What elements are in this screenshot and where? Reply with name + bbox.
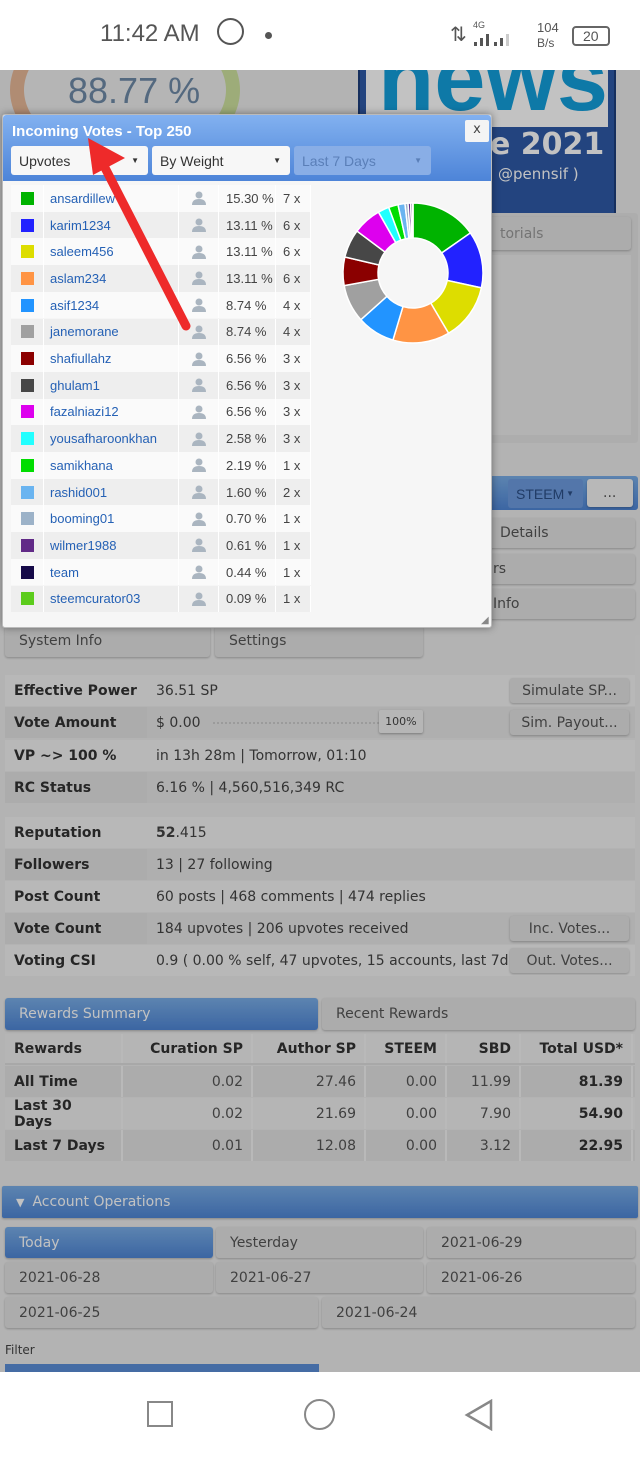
voter-count: 3 x [276, 398, 311, 426]
annotation-arrow [88, 138, 191, 331]
voter-weight: 0.44 % [219, 558, 276, 586]
user-icon-cell [179, 478, 219, 506]
home-icon[interactable] [304, 1399, 335, 1430]
voter-row: rashid001 1.60 % 2 x [11, 478, 311, 506]
voter-weight: 1.60 % [219, 478, 276, 506]
android-nav-bar [0, 1372, 640, 1458]
voter-count: 2 x [276, 478, 311, 506]
voter-weight: 2.19 % [219, 452, 276, 479]
user-icon-cell [179, 505, 219, 533]
user-icon-cell [179, 425, 219, 452]
voter-row: yousafharoonkhan 2.58 % 3 x [11, 425, 311, 452]
voter-count: 1 x [276, 505, 311, 533]
voter-color-cell [11, 505, 44, 533]
voter-row: fazalniazi12 6.56 % 3 x [11, 398, 311, 426]
voter-name-link[interactable]: steemcurator03 [44, 585, 179, 613]
voter-count: 1 x [276, 585, 311, 613]
voter-count: 3 x [276, 425, 311, 452]
user-icon[interactable] [191, 565, 206, 580]
user-icon[interactable] [191, 485, 206, 500]
voter-color-cell [11, 425, 44, 452]
voter-color-cell [11, 532, 44, 559]
voter-color-swatch [20, 485, 34, 499]
user-icon[interactable] [191, 592, 206, 606]
voter-color-swatch [20, 405, 34, 419]
user-icon[interactable] [191, 405, 206, 419]
voter-count: 1 x [276, 532, 311, 559]
voter-row: team 0.44 % 1 x [11, 558, 311, 586]
voter-color-swatch [20, 512, 34, 526]
voter-count: 1 x [276, 558, 311, 586]
voter-row: steemcurator03 0.09 % 1 x [11, 585, 311, 613]
voter-color-swatch [20, 592, 34, 606]
user-icon[interactable] [191, 538, 206, 553]
voter-color-cell [11, 478, 44, 506]
user-icon-cell [179, 532, 219, 559]
recent-apps-icon[interactable] [147, 1401, 173, 1427]
voter-weight: 0.09 % [219, 585, 276, 613]
user-icon-cell [179, 558, 219, 586]
voter-name-link[interactable]: fazalniazi12 [44, 398, 179, 426]
user-icon[interactable] [191, 512, 206, 526]
voter-color-swatch [20, 565, 34, 579]
voter-name-link[interactable]: team [44, 558, 179, 586]
voter-color-cell [11, 452, 44, 479]
voter-color-swatch [20, 458, 34, 472]
resize-handle-icon[interactable]: ◢ [481, 615, 489, 626]
user-icon[interactable] [191, 458, 206, 473]
voter-weight: 0.61 % [219, 532, 276, 559]
voter-color-swatch [20, 432, 34, 446]
voter-name-link[interactable]: yousafharoonkhan [44, 425, 179, 452]
voter-color-cell [11, 585, 44, 613]
back-icon[interactable] [464, 1399, 494, 1431]
user-icon-cell [179, 452, 219, 479]
voter-name-link[interactable]: samikhana [44, 452, 179, 479]
voter-name-link[interactable]: rashid001 [44, 478, 179, 506]
voter-weight: 2.58 % [219, 425, 276, 452]
voter-row: wilmer1988 0.61 % 1 x [11, 532, 311, 559]
user-icon-cell [179, 585, 219, 613]
voter-name-link[interactable]: booming01 [44, 505, 179, 533]
voter-color-cell [11, 558, 44, 586]
voter-weight: 0.70 % [219, 505, 276, 533]
voter-count: 1 x [276, 452, 311, 479]
user-icon[interactable] [191, 432, 206, 446]
voter-row: samikhana 2.19 % 1 x [11, 452, 311, 479]
voter-weight: 6.56 % [219, 398, 276, 426]
voter-name-link[interactable]: wilmer1988 [44, 532, 179, 559]
voter-color-swatch [20, 538, 34, 552]
voter-row: booming01 0.70 % 1 x [11, 505, 311, 533]
voter-color-cell [11, 398, 44, 426]
user-icon-cell [179, 398, 219, 426]
